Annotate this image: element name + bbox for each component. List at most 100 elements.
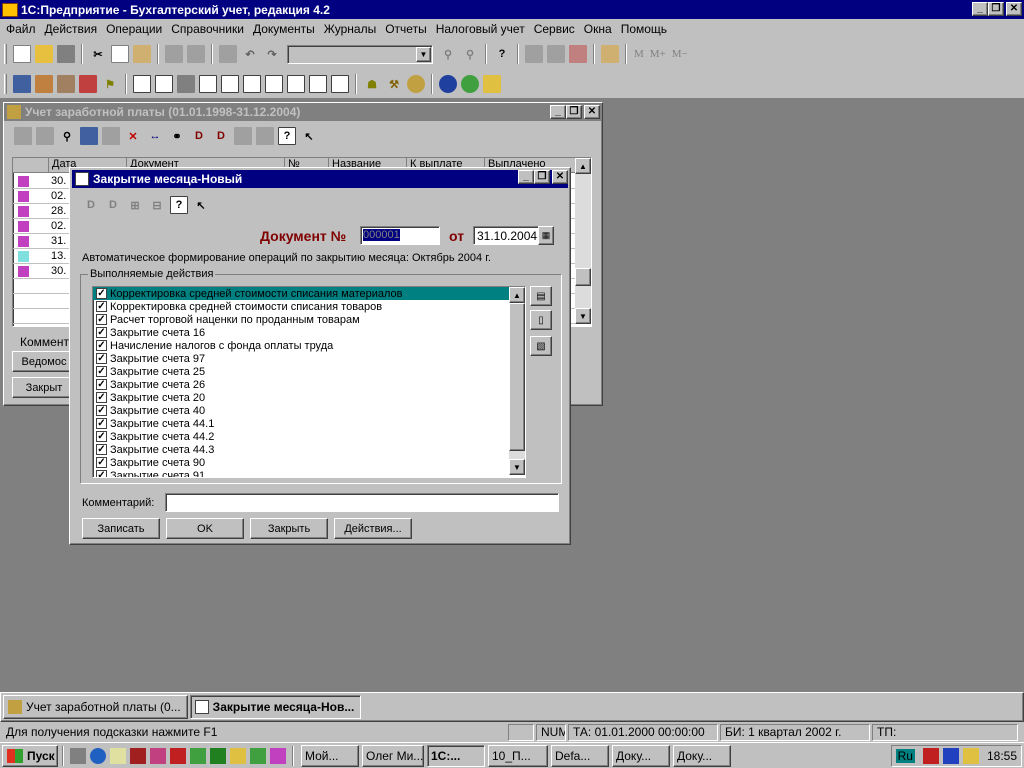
restore-button[interactable]: ❐ xyxy=(534,170,550,184)
help-icon[interactable]: ? xyxy=(278,127,296,145)
app1-icon[interactable] xyxy=(130,747,146,764)
ok-button[interactable]: OK xyxy=(166,518,244,539)
post-icon[interactable]: D xyxy=(190,127,208,145)
actions-scrollbar[interactable]: ▲ ▼ xyxy=(509,287,525,475)
tray-app1-icon[interactable] xyxy=(922,747,939,764)
unpost-icon[interactable]: D xyxy=(104,196,122,214)
scroll-thumb[interactable] xyxy=(575,268,591,286)
action-checkbox[interactable]: ✓ xyxy=(96,314,107,325)
new-icon[interactable] xyxy=(13,45,31,63)
action-item[interactable]: ✓ Закрытие счета 25 xyxy=(93,365,509,378)
start-button[interactable]: Пуск xyxy=(2,744,58,767)
action-checkbox[interactable]: ✓ xyxy=(96,444,107,455)
report5-icon[interactable] xyxy=(221,75,239,93)
action-checkbox[interactable]: ✓ xyxy=(96,405,107,416)
menu-tax[interactable]: Налоговый учет xyxy=(433,22,531,36)
minimize-button[interactable]: _ xyxy=(518,170,534,184)
menu-operations[interactable]: Операции xyxy=(103,22,168,36)
menu-help[interactable]: Помощь xyxy=(618,22,673,36)
messages-icon[interactable] xyxy=(569,45,587,63)
app5-icon[interactable] xyxy=(210,747,226,764)
restore-button[interactable]: ❐ xyxy=(988,2,1004,16)
plan-icon[interactable] xyxy=(35,75,53,93)
action-checkbox[interactable]: ✓ xyxy=(96,353,107,364)
task-user[interactable]: Олег Ми... xyxy=(362,744,424,767)
print-preview-icon[interactable] xyxy=(187,45,205,63)
help-icon[interactable]: ? xyxy=(170,196,188,214)
app3-icon[interactable] xyxy=(170,747,186,764)
tree-view-icon[interactable] xyxy=(102,127,120,145)
editor-icon[interactable] xyxy=(110,747,126,764)
report8-icon[interactable] xyxy=(287,75,305,93)
menu-documents[interactable]: Документы xyxy=(250,22,321,36)
globe-icon[interactable] xyxy=(407,75,425,93)
paste-icon[interactable] xyxy=(133,45,151,63)
actions-list[interactable]: ✓ Корректировка средней стоимости списани… xyxy=(92,286,526,478)
action-checkbox[interactable]: ✓ xyxy=(96,418,107,429)
scroll-up-icon[interactable]: ▲ xyxy=(509,287,525,303)
action-item[interactable]: ✓ Закрытие счета 44.2 xyxy=(93,430,509,443)
action-checkbox[interactable]: ✓ xyxy=(96,327,107,338)
journal-icon[interactable] xyxy=(57,75,75,93)
binoculars-icon[interactable]: ⚭ xyxy=(168,127,186,145)
scroll-up-icon[interactable]: ▲ xyxy=(575,158,591,174)
app2-icon[interactable] xyxy=(150,747,166,764)
cut-icon[interactable]: ✂ xyxy=(89,45,107,63)
action-checkbox[interactable]: ✓ xyxy=(96,288,107,299)
action-item[interactable]: ✓ Корректировка средней стоимости списани… xyxy=(93,300,509,313)
edit-icon[interactable] xyxy=(80,127,98,145)
scroll-down-icon[interactable]: ▼ xyxy=(575,308,591,324)
language-indicator[interactable]: Ru xyxy=(895,748,915,763)
calendar-icon[interactable]: ▦ xyxy=(538,226,554,245)
doc-number-field[interactable]: 000001 xyxy=(360,226,440,245)
print-icon[interactable] xyxy=(165,45,183,63)
task-mycomputer[interactable]: Мой... xyxy=(301,744,359,767)
menu-service[interactable]: Сервис xyxy=(531,22,581,36)
find-icon[interactable]: ⚲ xyxy=(439,45,457,63)
movements-icon[interactable] xyxy=(256,127,274,145)
operations-icon[interactable] xyxy=(79,75,97,93)
window-tab-close-month[interactable]: Закрытие месяца-Нов... xyxy=(189,695,362,719)
interval-icon[interactable]: ↔ xyxy=(146,127,164,145)
calculator-icon[interactable] xyxy=(525,45,543,63)
payroll-window-titlebar[interactable]: Учет заработной платы (01.01.1998-31.12.… xyxy=(4,103,602,121)
close-button[interactable]: ✕ xyxy=(1006,2,1022,16)
post-icon[interactable]: D xyxy=(82,196,100,214)
search-icon[interactable]: ⚲ xyxy=(58,127,76,145)
context-help-icon[interactable]: ↖ xyxy=(300,127,318,145)
scroll-thumb[interactable] xyxy=(509,303,525,451)
report1-icon[interactable] xyxy=(133,75,151,93)
desktop-icon[interactable] xyxy=(70,747,86,764)
memory-minus-button[interactable]: M− xyxy=(672,48,688,60)
action-checkbox[interactable]: ✓ xyxy=(96,457,107,468)
service2-icon[interactable] xyxy=(461,75,479,93)
statement-button[interactable]: Ведомос xyxy=(12,351,76,372)
find-next-icon[interactable]: ⚲ xyxy=(461,45,479,63)
chart-icon[interactable] xyxy=(13,75,31,93)
task-doc3[interactable]: Доку... xyxy=(673,744,731,767)
menu-file[interactable]: Файл xyxy=(3,22,42,36)
report7-icon[interactable] xyxy=(265,75,283,93)
dialog-titlebar[interactable]: Закрытие месяца-Новый _ ❐ ✕ xyxy=(72,170,568,188)
task-doc1[interactable]: 10_П... xyxy=(488,744,548,767)
unpost-icon[interactable]: D xyxy=(212,127,230,145)
context-help-icon[interactable]: ↖ xyxy=(192,196,210,214)
menu-reports[interactable]: Отчеты xyxy=(382,22,432,36)
action-checkbox[interactable]: ✓ xyxy=(96,379,107,390)
action-item[interactable]: ✓ Закрытие счета 16 xyxy=(93,326,509,339)
movements-icon[interactable]: ⊟ xyxy=(148,196,166,214)
tools-icon[interactable]: ⚒ xyxy=(385,75,403,93)
tree-icon[interactable]: ⚑ xyxy=(101,75,119,93)
actions-button[interactable]: Действия... xyxy=(334,518,412,539)
report2-icon[interactable] xyxy=(155,75,173,93)
report10-icon[interactable] xyxy=(331,75,349,93)
save-icon[interactable] xyxy=(57,45,75,63)
help-icon[interactable]: ? xyxy=(493,45,511,63)
scroll-down-icon[interactable]: ▼ xyxy=(509,459,525,475)
action-item[interactable]: ✓ Закрытие счета 97 xyxy=(93,352,509,365)
delete-icon[interactable]: ✕ xyxy=(124,127,142,145)
close-dialog-button[interactable]: Закрыть xyxy=(250,518,328,539)
select-all-icon[interactable]: ▤ xyxy=(530,286,552,306)
action-item[interactable]: ✓ Закрытие счета 44.3 xyxy=(93,443,509,456)
action-checkbox[interactable]: ✓ xyxy=(96,301,107,312)
